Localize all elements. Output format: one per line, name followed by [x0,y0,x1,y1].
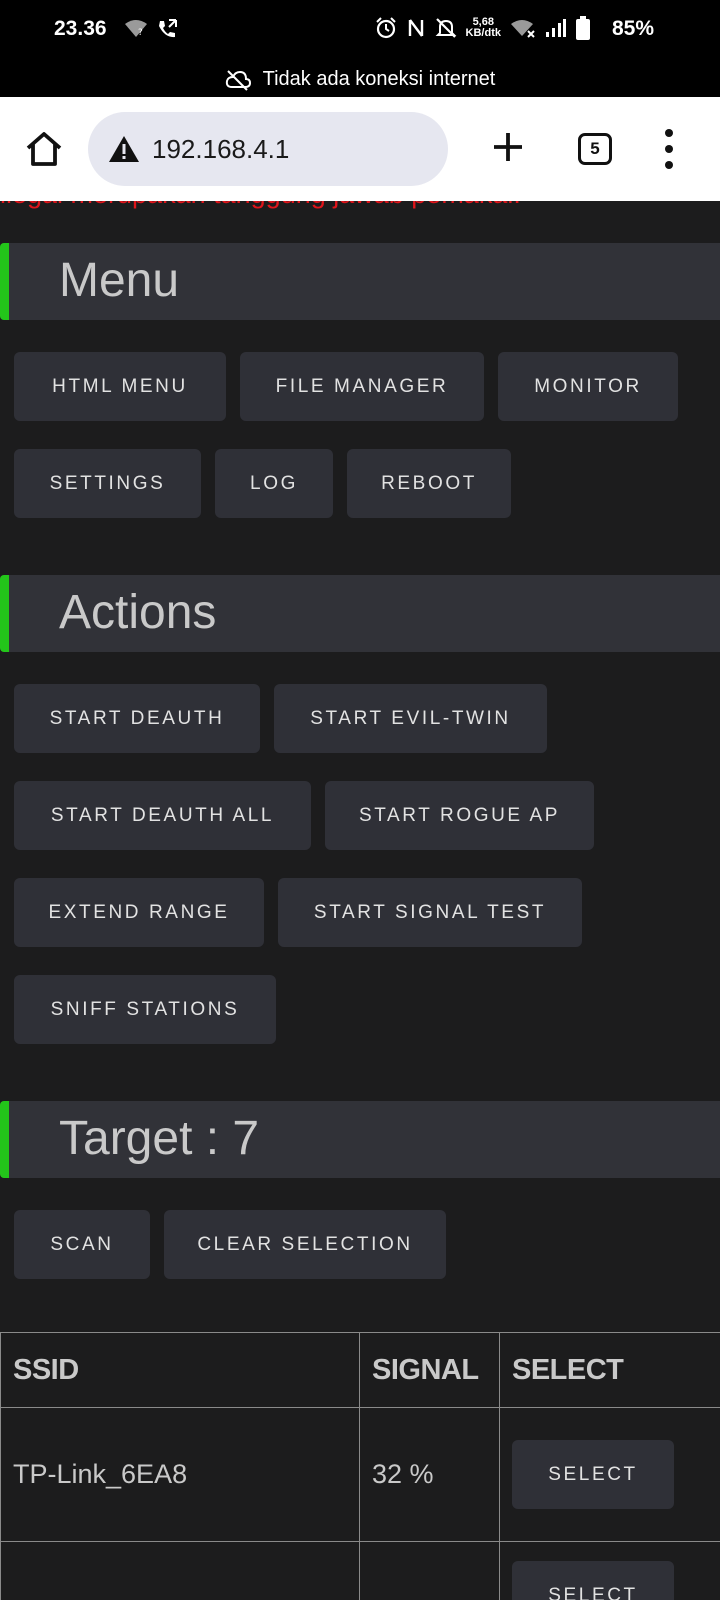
status-bar: 23.36 ? 5,68 KB/dtk 85% [0,0,720,62]
table-row: TP-Link_6EA8 32 % SELECT [0,1407,720,1542]
log-button[interactable]: LOG [215,449,333,518]
reboot-button[interactable]: REBOOT [347,449,511,518]
nfc-icon [408,19,423,37]
file-manager-button[interactable]: FILE MANAGER [240,352,484,421]
battery-percent: 85% [611,17,654,40]
table-row: SELECT [0,1541,720,1600]
home-icon[interactable] [22,127,66,171]
url-text[interactable]: 192.168.4.1 [152,134,289,165]
call-forward-icon [159,19,177,38]
menu-section-title: Menu [59,254,180,307]
sniff-stations-button[interactable]: SNIFF STATIONS [14,975,276,1044]
cell-select: SELECT [499,1541,720,1600]
target-section-header: Target : 7 [0,1101,720,1178]
status-time: 23.36 [54,17,107,40]
section-accent-bar [0,1101,9,1178]
url-bar[interactable]: 192.168.4.1 [88,112,448,186]
new-tab-icon[interactable] [486,125,530,169]
tab-switcher-button[interactable]: 5 [578,133,612,165]
network-speed-unit: KB/dtk [465,27,501,39]
column-header-ssid: SSID [0,1332,360,1408]
offline-banner: Tidak ada koneksi internet [0,62,720,97]
more-menu-icon[interactable] [660,129,678,169]
browser-toolbar: 192.168.4.1 5 [0,97,720,201]
wifi-question-icon: ? [125,20,147,38]
section-accent-bar [0,575,9,652]
alarm-icon [375,17,396,39]
settings-button[interactable]: SETTINGS [14,449,201,518]
cell-ssid [0,1541,360,1600]
offline-text: Tidak ada koneksi internet [262,68,496,90]
networks-table: SSID SIGNAL SELECT TP-Link_6EA8 32 % SEL… [0,1332,720,1600]
network-speed: 5,68 KB/dtk [466,17,501,39]
status-right-icons: 5,68 KB/dtk [375,16,590,40]
start-deauth-all-button[interactable]: START DEAUTH ALL [14,781,311,850]
monitor-button[interactable]: MONITOR [498,352,678,421]
actions-section-title: Actions [59,586,217,639]
cell-signal [359,1541,500,1600]
svg-text:?: ? [138,28,143,38]
cell-select: SELECT [499,1407,720,1542]
battery-icon [576,16,590,40]
start-signal-test-button[interactable]: START SIGNAL TEST [278,878,582,947]
start-rogue-ap-button[interactable]: START ROGUE AP [325,781,594,850]
target-section-title: Target : 7 [59,1112,260,1165]
select-button[interactable]: SELECT [512,1561,674,1600]
tab-count: 5 [590,139,600,158]
signal-bars-icon [546,19,566,37]
html-menu-button[interactable]: HTML MENU [14,352,226,421]
warning-icon[interactable] [108,135,140,163]
start-evil-twin-button[interactable]: START EVIL-TWIN [274,684,547,753]
section-accent-bar [0,243,9,320]
scan-button[interactable]: SCAN [14,1210,150,1279]
menu-section-header: Menu [0,243,720,320]
select-button[interactable]: SELECT [512,1440,674,1509]
cell-signal: 32 % [359,1407,500,1542]
cloud-off-icon [225,69,251,91]
actions-section-header: Actions [0,575,720,652]
status-left-icons: ? [124,18,178,40]
column-header-signal: SIGNAL [359,1332,500,1408]
cell-ssid: TP-Link_6EA8 [0,1407,360,1542]
notifications-off-icon [435,18,456,38]
column-header-select: SELECT [499,1332,720,1408]
start-deauth-button[interactable]: START DEAUTH [14,684,260,753]
table-header-row: SSID SIGNAL SELECT [0,1332,720,1408]
clear-selection-button[interactable]: CLEAR SELECTION [164,1210,446,1279]
page-content: ilegal merupakan tanggung jawab pemakai.… [0,201,720,1600]
warning-text: ilegal merupakan tanggung jawab pemakai. [0,201,521,210]
extend-range-button[interactable]: EXTEND RANGE [14,878,264,947]
wifi-off-icon [511,20,535,38]
